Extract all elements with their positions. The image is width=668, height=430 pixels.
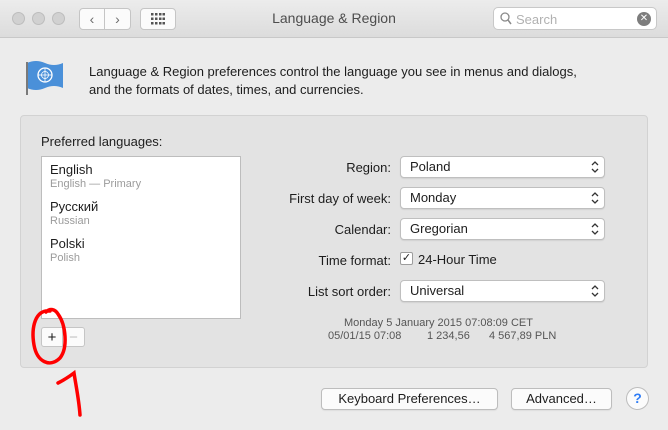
calendar-label: Calendar: [334, 222, 391, 237]
keyboard-preferences-button[interactable]: Keyboard Preferences… [321, 388, 498, 410]
list-item[interactable]: Polski Polish [50, 236, 85, 264]
language-list[interactable]: English English — Primary Русский Russia… [41, 156, 241, 319]
region-value: Poland [410, 159, 451, 174]
language-name: English [50, 162, 93, 177]
search-icon [500, 12, 512, 25]
up-down-arrows-icon [591, 192, 599, 204]
remove-language-button[interactable]: − [63, 327, 85, 347]
minus-icon: − [69, 328, 78, 346]
search-placeholder: Search [516, 12, 558, 27]
help-button[interactable]: ? [626, 387, 649, 410]
24-hour-checkbox[interactable]: ✓ [400, 252, 413, 265]
language-sub: Polish [50, 252, 80, 264]
sample-short-date: 05/01/15 07:08 [328, 330, 402, 342]
united-nations-flag-icon [26, 61, 63, 95]
language-name: Polski [50, 236, 85, 251]
sort-order-label: List sort order: [307, 284, 391, 299]
annotation-number-one [56, 369, 82, 417]
up-down-arrows-icon [591, 285, 599, 297]
first-day-popup[interactable]: Monday [400, 187, 605, 209]
calendar-value: Gregorian [410, 221, 468, 236]
sample-date-time: Monday 5 January 2015 07:08:09 CET [344, 317, 533, 329]
plus-icon: + [47, 328, 57, 346]
preferred-languages-label: Preferred languages: [41, 134, 163, 149]
sample-number: 1 234,56 [427, 330, 470, 342]
sort-order-value: Universal [410, 283, 465, 298]
up-down-arrows-icon [591, 161, 599, 173]
list-item[interactable]: English English — Primary [50, 162, 141, 190]
region-label: Region: [346, 160, 391, 175]
checkmark-icon: ✓ [401, 252, 412, 264]
language-name: Русский [50, 199, 99, 214]
title-bar: ‹ › Language & Region Search ✕ [0, 0, 668, 38]
list-item[interactable]: Русский Russian [50, 199, 98, 227]
clear-search-icon[interactable]: ✕ [637, 12, 651, 26]
language-sub: English — Primary [50, 178, 142, 190]
up-down-arrows-icon [591, 223, 599, 235]
intro-line-1: Language & Region preferences control th… [89, 64, 577, 79]
sample-currency: 4 567,89 PLN [489, 330, 557, 342]
intro-text: Language & Region preferences control th… [89, 63, 649, 99]
language-sub: Russian [50, 215, 90, 227]
region-popup[interactable]: Poland [400, 156, 605, 178]
search-input[interactable]: Search ✕ [493, 7, 657, 30]
first-day-label: First day of week: [289, 191, 391, 206]
sort-order-popup[interactable]: Universal [400, 280, 605, 302]
calendar-popup[interactable]: Gregorian [400, 218, 605, 240]
intro-line-2: and the formats of dates, times, and cur… [89, 82, 364, 97]
add-language-button[interactable]: + [41, 327, 63, 347]
time-format-label: Time format: [318, 253, 391, 268]
24-hour-label[interactable]: 24-Hour Time [418, 252, 497, 267]
first-day-value: Monday [410, 190, 457, 205]
advanced-button[interactable]: Advanced… [511, 388, 612, 410]
